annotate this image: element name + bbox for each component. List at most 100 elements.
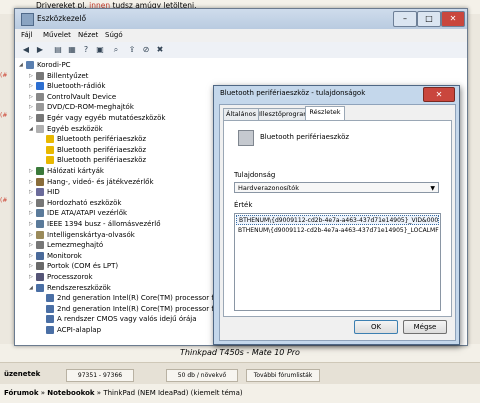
expand-toggle-icon[interactable]: ▷: [29, 240, 36, 250]
list-item[interactable]: BTHENUM\{d9009112-cd2b-4e7a-a463-437d71e…: [236, 226, 439, 236]
cancel-button[interactable]: Mégse: [403, 320, 447, 334]
tree-item-label: Hang-, videó- és játékvezérlők: [47, 177, 154, 186]
forum-left-gutter: (# (# (#: [0, 14, 14, 344]
update-driver-icon[interactable]: ⇪: [127, 45, 137, 55]
tree-item[interactable]: ◢ Rendszereszközök: [29, 283, 111, 293]
tree-item[interactable]: ▷ IDE ATA/ATAPI vezérlők: [29, 208, 127, 218]
tree-item-label: Intelligenskártya-olvasók: [47, 230, 135, 239]
window-titlebar[interactable]: Eszközkezelő – □ ✕: [15, 9, 467, 29]
expand-toggle-icon[interactable]: ▷: [29, 71, 36, 81]
toolbar: ◀ ▶ ▤ ▦ ? ▣ ⌕ ⇪ ⊘ ✖: [15, 42, 467, 59]
tree-item[interactable]: ▷ Monitorok: [29, 251, 82, 261]
tree-item[interactable]: ▷ Hang-, videó- és játékvezérlők: [29, 177, 154, 187]
forward-icon[interactable]: ▶: [35, 45, 45, 55]
help-icon[interactable]: ?: [81, 45, 91, 55]
view-icon[interactable]: ▤: [53, 45, 63, 55]
uninstall-icon[interactable]: ✖: [155, 45, 165, 55]
nav-range-select[interactable]: 97351 - 97366: [66, 369, 134, 382]
tree-item-label: Processzorok: [47, 273, 93, 281]
tree-item[interactable]: A rendszer CMOS vagy valós idejű órája: [39, 314, 197, 324]
dvd-icon: [36, 103, 44, 112]
maximize-button[interactable]: □: [417, 11, 441, 27]
value-list[interactable]: BTHENUM\{d9009112-cd2b-4e7a-a463-437d71e…: [234, 213, 441, 311]
expand-toggle-icon[interactable]: ▷: [29, 177, 36, 187]
tree-item[interactable]: Bluetooth perifériaeszköz: [39, 134, 146, 144]
expand-toggle-icon[interactable]: ▷: [29, 208, 36, 218]
tree-item[interactable]: ▷ Hordozható eszközök: [29, 198, 121, 208]
tree-item[interactable]: ▷ Hálózati kártyák: [29, 166, 104, 176]
close-button[interactable]: ✕: [441, 11, 465, 27]
forum-nav-bar: üzenetek 97351 - 97366 50 db / növekvő T…: [0, 362, 480, 385]
tree-item[interactable]: ▷ ControlVault Device: [29, 92, 116, 102]
nav-per-page-select[interactable]: 50 db / növekvő: [166, 369, 238, 382]
tree-item[interactable]: 2nd generation Intel(R) Core(TM) process…: [39, 304, 233, 314]
tree-item[interactable]: Bluetooth perifériaeszköz: [39, 155, 146, 165]
refresh-icon[interactable]: ▣: [95, 45, 105, 55]
breadcrumb-notebooks[interactable]: Notebookok: [47, 389, 94, 397]
tree-item[interactable]: ▷ HID: [29, 187, 60, 197]
expand-toggle-icon[interactable]: ▷: [29, 113, 36, 123]
menu-help[interactable]: Súgó: [105, 31, 123, 39]
tree-item[interactable]: ▷ Lemezmeghajtó: [29, 240, 103, 250]
expand-toggle-icon[interactable]: ▷: [29, 272, 36, 282]
expand-toggle-icon[interactable]: ◢: [29, 283, 36, 293]
warning-device-icon: [46, 145, 54, 154]
expand-toggle-icon[interactable]: ▷: [29, 166, 36, 176]
menu-file[interactable]: Fájl: [21, 31, 33, 39]
expand-toggle-icon[interactable]: ▷: [29, 81, 36, 91]
tree-item-label: Rendszereszközök: [47, 283, 111, 292]
tree-item[interactable]: ▷ Bluetooth-rádiók: [29, 81, 105, 91]
breadcrumb-thinkpad[interactable]: ThinkPad (NEM IdeaPad) (kiemelt téma): [103, 389, 242, 397]
back-icon[interactable]: ◀: [21, 45, 31, 55]
tree-item[interactable]: ◢ Egyéb eszközök: [29, 124, 103, 134]
tree-item[interactable]: ACPI-alaplap: [39, 325, 101, 335]
list-item[interactable]: BTHENUM\{d9009112-cd2b-4e7a-a463-437d71e…: [236, 215, 439, 225]
expand-toggle-icon[interactable]: ▷: [29, 261, 36, 271]
breadcrumb: Fórumok » Notebookok » ThinkPad (NEM Ide…: [0, 384, 480, 403]
properties-icon[interactable]: ▦: [67, 45, 77, 55]
nav-more-button[interactable]: További fórumlisták: [246, 369, 320, 382]
ok-button[interactable]: OK: [354, 320, 398, 334]
tree-item[interactable]: Bluetooth perifériaeszköz: [39, 145, 146, 155]
breadcrumb-forums[interactable]: Fórumok: [4, 389, 39, 397]
property-select[interactable]: Hardverazonosítók ▼: [234, 182, 439, 193]
forum-left-marker: (#: [0, 112, 8, 119]
system-icon: [46, 294, 54, 303]
expand-toggle-icon[interactable]: ▷: [29, 230, 36, 240]
expand-toggle-icon[interactable]: ◢: [19, 60, 26, 70]
dialog-close-button[interactable]: ✕: [423, 87, 455, 102]
tab-general[interactable]: Általános: [223, 108, 259, 120]
expand-toggle-icon[interactable]: ▷: [29, 251, 36, 261]
tree-item[interactable]: ▷ Egér vagy egyéb mutatóeszközök: [29, 113, 165, 123]
tree-item[interactable]: ◢ Korodi-PC: [19, 60, 71, 70]
disable-icon[interactable]: ⊘: [141, 45, 151, 55]
tree-item-label: Monitorok: [47, 251, 82, 260]
expand-toggle-icon[interactable]: ▷: [29, 102, 36, 112]
tree-item-label: Bluetooth perifériaeszköz: [57, 145, 147, 154]
menu-view[interactable]: Nézet: [78, 31, 98, 39]
tree-item[interactable]: ▷ Intelligenskártya-olvasók: [29, 230, 135, 240]
menu-action[interactable]: Művelet: [43, 31, 71, 39]
minimize-button[interactable]: –: [393, 11, 417, 27]
details-panel: Bluetooth perifériaeszköz Tulajdonság Ha…: [223, 120, 452, 317]
tab-driver[interactable]: Illesztőprogram: [258, 108, 310, 120]
tree-item[interactable]: ▷ Processzorok: [29, 272, 93, 282]
system-icon: [36, 283, 44, 292]
tab-details[interactable]: Részletek: [305, 106, 345, 121]
expand-toggle-icon[interactable]: ▷: [29, 198, 36, 208]
scan-icon[interactable]: ⌕: [111, 45, 121, 55]
bluetooth-icon: [36, 82, 44, 91]
tree-item[interactable]: ▷ IEEE 1394 busz - állomásvezérlő: [29, 219, 161, 229]
tree-item-label: Bluetooth-rádiók: [47, 82, 106, 91]
menu-bar: Fájl Művelet Nézet Súgó: [15, 29, 467, 42]
network-icon: [36, 167, 44, 175]
expand-toggle-icon[interactable]: ▷: [29, 187, 36, 197]
tree-item[interactable]: ▷ DVD/CD-ROM-meghajtók: [29, 102, 134, 112]
expand-toggle-icon[interactable]: ▷: [29, 219, 36, 229]
expand-toggle-icon[interactable]: ▷: [29, 92, 36, 102]
tree-item[interactable]: 2nd generation Intel(R) Core(TM) process…: [39, 293, 233, 303]
tree-item[interactable]: ▷ Portok (COM és LPT): [29, 261, 118, 271]
tree-item[interactable]: ▷ Billentyűzet: [29, 71, 88, 81]
expand-toggle-icon[interactable]: ◢: [29, 124, 36, 134]
warning-device-icon: [46, 156, 54, 165]
